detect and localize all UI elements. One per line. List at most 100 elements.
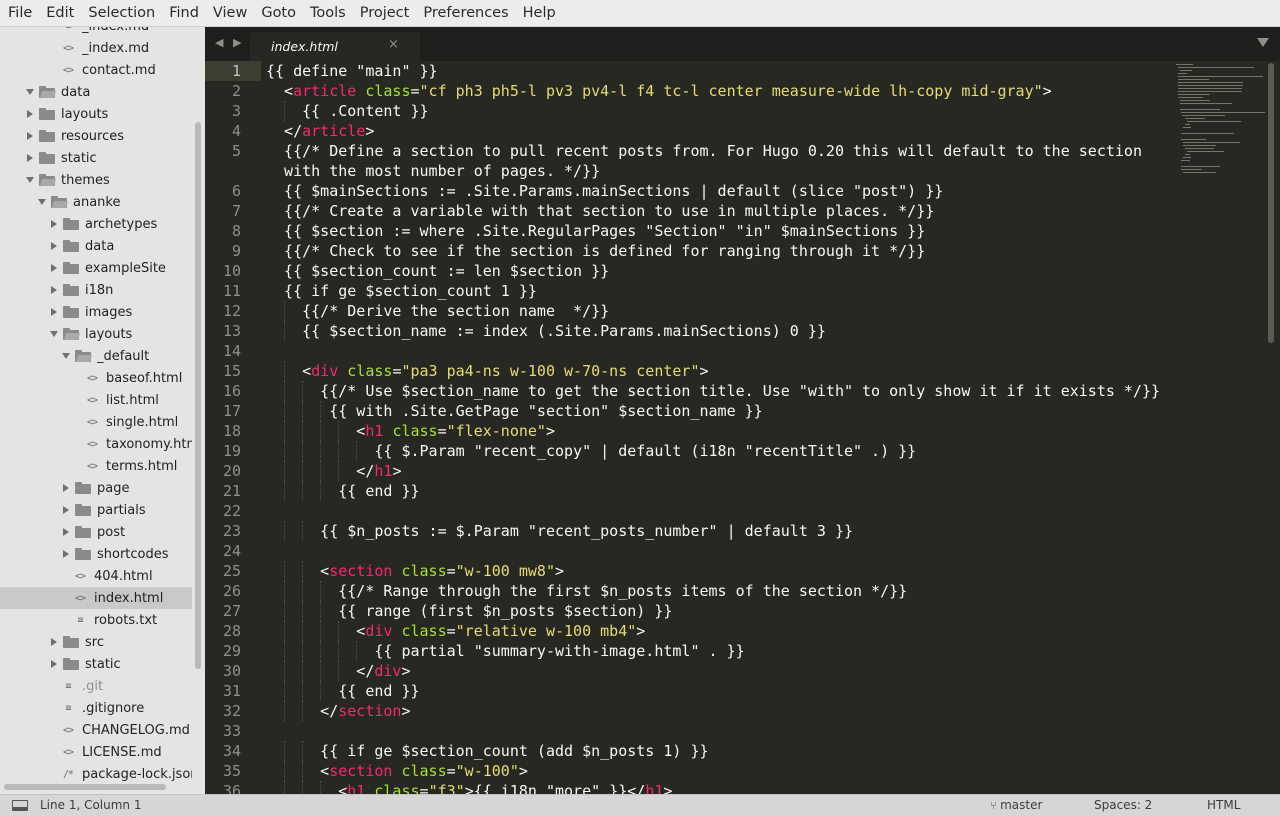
code-line[interactable]: <section class="w-100"> [266,761,1171,781]
tab-index-html[interactable]: index.html × [250,32,420,61]
file-gitignore[interactable]: ≡ .gitignore [0,697,192,719]
expanded-chevron-icon[interactable] [48,323,60,345]
menu-find[interactable]: Find [162,0,206,27]
tab-list-dropdown-icon[interactable] [1257,38,1269,47]
code-line[interactable]: {{ range (first $n_posts $section) }} [266,601,1171,621]
folder-themes[interactable]: themes [0,169,192,191]
code-line[interactable]: {{ partial "summary-with-image.html" . }… [266,641,1171,661]
folder-static[interactable]: static [0,147,192,169]
code-line[interactable]: <div class="relative w-100 mb4"> [266,621,1171,641]
file-single-html[interactable]: <> single.html [0,411,192,433]
code-line[interactable]: {{/* Range through the first $n_posts it… [266,581,1171,601]
file-terms-html[interactable]: <> terms.html [0,455,192,477]
code-line[interactable]: <div class="pa3 pa4-ns w-100 w-70-ns cen… [266,361,1171,381]
menu-preferences[interactable]: Preferences [416,0,515,27]
folder-page[interactable]: page [0,477,192,499]
menu-file[interactable]: File [1,0,39,27]
folder-default[interactable]: _default [0,345,192,367]
folder-src[interactable]: src [0,631,192,653]
folder-partials[interactable]: partials [0,499,192,521]
code-line[interactable]: </section> [266,701,1171,721]
code-line[interactable]: with the most number of pages. */}} [266,161,1171,181]
code-line[interactable]: {{ $section_count := len $section }} [266,261,1171,281]
code-line[interactable]: </h1> [266,461,1171,481]
sidebar-horizontal-scrollbar[interactable] [4,784,166,790]
folder-examplesite[interactable]: exampleSite [0,257,192,279]
code-line[interactable]: {{/* Check to see if the section is defi… [266,241,1171,261]
expanded-chevron-icon[interactable] [24,81,36,103]
folder-layouts[interactable]: layouts [0,103,192,125]
menu-project[interactable]: Project [353,0,417,27]
file-index-md[interactable]: <> _index.md [0,37,192,59]
code-line[interactable]: {{ end }} [266,681,1171,701]
code-line[interactable]: <h1 class="f3">{{ i18n "more" }}</h1> [266,781,1171,794]
collapsed-chevron-icon[interactable] [60,543,72,565]
code-line[interactable]: </div> [266,661,1171,681]
collapsed-chevron-icon[interactable] [48,235,60,257]
collapsed-chevron-icon[interactable] [48,279,60,301]
folder-ananke[interactable]: ananke [0,191,192,213]
collapsed-chevron-icon[interactable] [48,257,60,279]
collapsed-chevron-icon[interactable] [60,521,72,543]
code-line[interactable]: <article class="cf ph3 ph5-l pv3 pv4-l f… [266,81,1171,101]
code-line[interactable]: {{/* Create a variable with that section… [266,201,1171,221]
expanded-chevron-icon[interactable] [60,345,72,367]
file-changelog-md[interactable]: <> CHANGELOG.md [0,719,192,741]
code-line[interactable]: {{ $n_posts := $.Param "recent_posts_num… [266,521,1171,541]
folder-resources[interactable]: resources [0,125,192,147]
code-line[interactable]: {{/* Use $section_name to get the sectio… [266,381,1171,401]
indentation-setting[interactable]: Spaces: 2 [1094,798,1152,812]
code-line[interactable]: <section class="w-100 mw8"> [266,561,1171,581]
code-line[interactable]: {{ $mainSections := .Site.Params.mainSec… [266,181,1171,201]
file-contact-md[interactable]: <> contact.md [0,59,192,81]
code-editor[interactable]: 1 2 3 4 5 6 7 8 9 10 11 12 13 14 15 16 17 18 19 20 21 22 23 24 2… [205,61,1280,794]
folder-post[interactable]: post [0,521,192,543]
folder-data[interactable]: data [0,235,192,257]
folder-layouts[interactable]: layouts [0,323,192,345]
collapsed-chevron-icon[interactable] [48,301,60,323]
tab-close-icon[interactable]: × [388,37,399,52]
code-line[interactable]: {{/* Define a section to pull recent pos… [266,141,1171,161]
folder-data[interactable]: data [0,81,192,103]
menu-goto[interactable]: Goto [254,0,303,27]
code-line[interactable]: {{ define "main" }} [266,61,1171,81]
folder-i18n[interactable]: i18n [0,279,192,301]
tab-nav-arrows-icon[interactable]: ◀ ▶ [215,36,244,49]
menu-edit[interactable]: Edit [39,0,81,27]
menu-selection[interactable]: Selection [81,0,162,27]
code-line[interactable]: {{ if ge $section_count (add $n_posts 1)… [266,741,1171,761]
collapsed-chevron-icon[interactable] [24,147,36,169]
file-robots-txt[interactable]: ≡ robots.txt [0,609,192,631]
code-line[interactable]: {{ end }} [266,481,1171,501]
menu-help[interactable]: Help [516,0,563,27]
code-line[interactable]: {{/* Derive the section name */}} [266,301,1171,321]
code-line[interactable]: {{ if ge $section_count 1 }} [266,281,1171,301]
menu-view[interactable]: View [206,0,254,27]
collapsed-chevron-icon[interactable] [24,103,36,125]
editor-vertical-scrollbar[interactable] [1268,63,1274,343]
file-baseof-html[interactable]: <> baseof.html [0,367,192,389]
collapsed-chevron-icon[interactable] [48,631,60,653]
collapsed-chevron-icon[interactable] [60,477,72,499]
code-line[interactable]: <h1 class="flex-none"> [266,421,1171,441]
panel-toggle-icon[interactable] [12,800,28,811]
collapsed-chevron-icon[interactable] [48,653,60,675]
code-line[interactable]: {{ with .Site.GetPage "section" $section… [266,401,1171,421]
file-package-lock-json[interactable]: /* package-lock.json [0,763,192,785]
folder-images[interactable]: images [0,301,192,323]
minimap[interactable] [1172,61,1266,181]
file-404-html[interactable]: <> 404.html [0,565,192,587]
file-taxonomy-html[interactable]: <> taxonomy.html [0,433,192,455]
collapsed-chevron-icon[interactable] [60,499,72,521]
menu-tools[interactable]: Tools [303,0,353,27]
syntax-mode[interactable]: HTML [1207,798,1240,812]
code-line[interactable]: {{ .Content }} [266,101,1171,121]
file-license-md[interactable]: <> LICENSE.md [0,741,192,763]
file-git[interactable]: ≡ .git [0,675,192,697]
code-line[interactable]: {{ $.Param "recent_copy" | default (i18n… [266,441,1171,461]
collapsed-chevron-icon[interactable] [24,125,36,147]
folder-shortcodes[interactable]: shortcodes [0,543,192,565]
code-line[interactable]: {{ $section := where .Site.RegularPages … [266,221,1171,241]
code-line[interactable]: {{ $section_name := index (.Site.Params.… [266,321,1171,341]
collapsed-chevron-icon[interactable] [48,213,60,235]
